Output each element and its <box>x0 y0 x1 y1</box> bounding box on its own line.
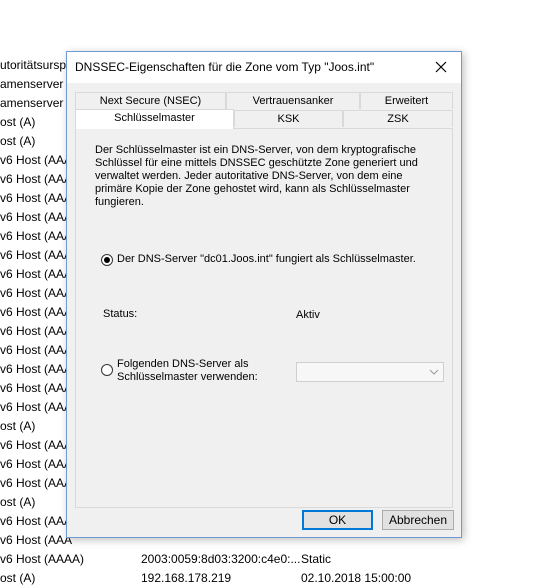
list-cell: 02.10.2018 15:00:00 <box>301 571 412 585</box>
dnssec-properties-dialog: DNSSEC-Eigenschaften für die Zone vom Ty… <box>66 51 462 538</box>
option-other-server-label-line1: Folgenden DNS-Server als <box>117 358 249 370</box>
list-cell: amenserver ( <box>0 96 71 110</box>
list-cell: v6 Host (AAA <box>0 514 73 528</box>
status-label: Status: <box>103 308 138 320</box>
option-this-server-radio[interactable] <box>101 254 113 266</box>
cancel-button[interactable]: Abbrechen <box>382 510 454 530</box>
list-cell: Static <box>301 552 332 566</box>
tab-schluesselmaster[interactable]: Schlüsselmaster <box>75 109 234 129</box>
tab-erweitert[interactable]: Erweitert <box>360 92 453 109</box>
list-cell: v6 Host (AAA <box>0 400 73 414</box>
list-cell: 192.168.178.219 <box>141 571 232 585</box>
tab-vertrauensanker[interactable]: Vertrauensanker <box>226 92 360 109</box>
list-cell: v6 Host (AAA <box>0 248 73 262</box>
list-cell: amenserver ( <box>0 77 71 91</box>
list-cell: v6 Host (AAA <box>0 172 73 186</box>
list-cell: ost (A) <box>0 571 36 585</box>
description-text: Der Schlüsselmaster ist ein DNS-Server, … <box>95 144 418 208</box>
tab-ksk[interactable]: KSK <box>234 110 343 127</box>
list-cell: v6 Host (AAA <box>0 381 73 395</box>
dialog-title: DNSSEC-Eigenschaften für die Zone vom Ty… <box>75 60 375 74</box>
list-cell: v6 Host (AAA <box>0 362 73 376</box>
status-value: Aktiv <box>296 309 320 321</box>
dialog-titlebar[interactable]: DNSSEC-Eigenschaften für die Zone vom Ty… <box>67 52 461 83</box>
close-button[interactable] <box>427 56 455 78</box>
list-cell: v6 Host (AAA <box>0 153 73 167</box>
list-cell: v6 Host (AAAA) <box>0 552 85 566</box>
list-cell: v6 Host (AAA <box>0 229 73 243</box>
chevron-down-icon <box>428 366 440 378</box>
list-cell: v6 Host (AAA <box>0 305 73 319</box>
tab-zsk[interactable]: ZSK <box>343 110 453 127</box>
list-cell: v6 Host (AAA <box>0 457 73 471</box>
close-icon <box>435 61 447 73</box>
list-cell: v6 Host (AAA <box>0 438 73 452</box>
option-this-server-label: Der DNS-Server "dc01.Joos.int" fungiert … <box>117 253 416 265</box>
list-cell: ost (A) <box>0 115 36 129</box>
list-cell: v6 Host (AAA <box>0 476 73 490</box>
option-other-server-radio[interactable] <box>101 364 113 376</box>
list-cell: v6 Host (AAA <box>0 324 73 338</box>
list-cell: v6 Host (AAA <box>0 286 73 300</box>
list-cell: utoritätsursp <box>0 58 67 72</box>
ok-button[interactable]: OK <box>302 510 373 530</box>
option-other-server-label-line2: Schlüsselmaster verwenden: <box>117 371 258 383</box>
list-cell: ost (A) <box>0 495 36 509</box>
keymaster-server-combo[interactable] <box>296 362 444 382</box>
list-cell: ost (A) <box>0 419 36 433</box>
list-cell: v6 Host (AAA <box>0 191 73 205</box>
list-cell: v6 Host (AAA <box>0 210 73 224</box>
list-cell: 2003:0059:8d03:3200:c4e0:... <box>141 552 301 566</box>
tab-next-secure[interactable]: Next Secure (NSEC) <box>75 92 226 109</box>
list-cell: v6 Host (AAA <box>0 533 73 547</box>
list-cell: ost (A) <box>0 134 36 148</box>
list-cell: v6 Host (AAA <box>0 343 73 357</box>
list-cell: v6 Host (AAA <box>0 267 73 281</box>
